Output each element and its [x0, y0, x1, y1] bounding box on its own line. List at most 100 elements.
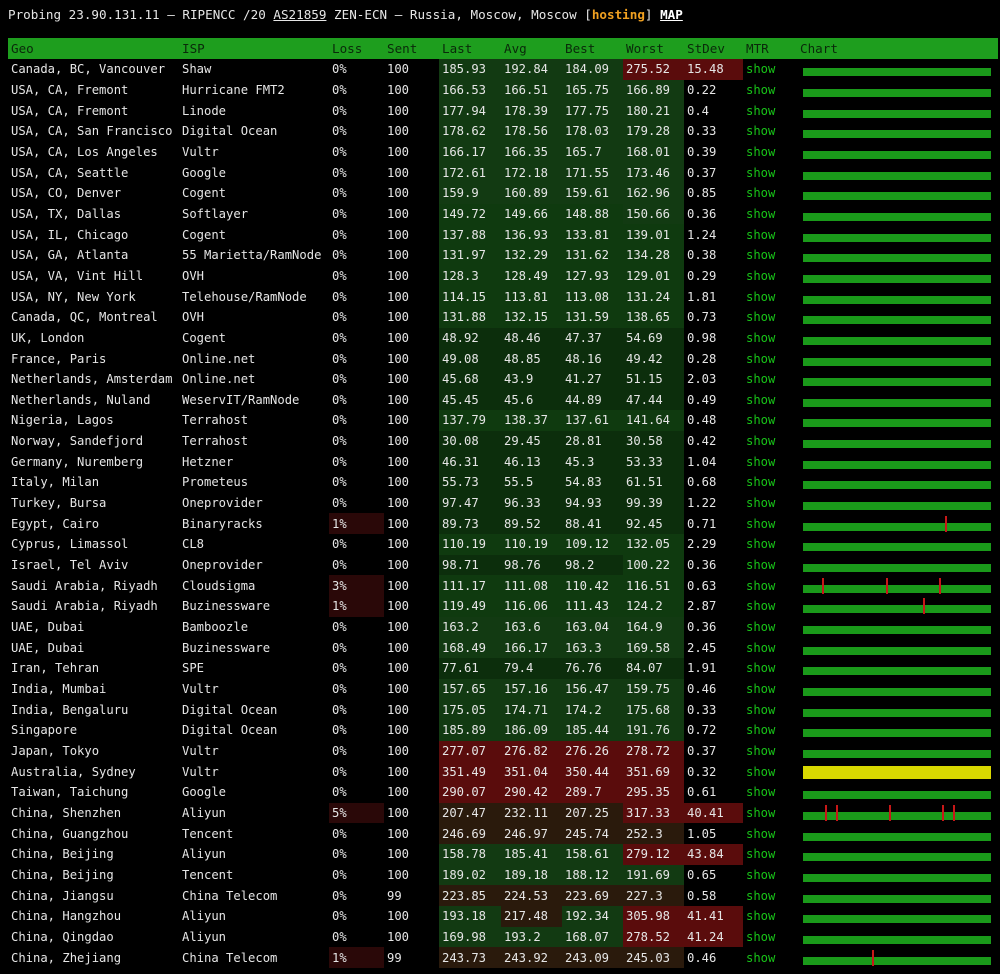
cell-mtr[interactable]: show [743, 844, 797, 865]
cell-mtr[interactable]: show [743, 679, 797, 700]
table-row: UK, London Cogent 0% 100 48.92 48.46 47.37 54.6… [8, 327, 998, 349]
cell-best: 171.55 [562, 162, 623, 183]
cell-mtr[interactable]: show [743, 410, 797, 431]
cell-isp: Google [182, 165, 227, 180]
asn-link[interactable]: AS21859 [273, 7, 326, 22]
cell-isp: CL8 [182, 537, 205, 552]
cell-mtr[interactable]: show [743, 761, 797, 782]
col-avg: Avg [501, 38, 562, 59]
cell-loss: 0% [332, 392, 347, 407]
table-row: Saudi Arabia, Riyadh Buzinessware 1% 100 119… [8, 596, 998, 617]
cell-mtr[interactable]: show [743, 224, 797, 245]
cell-mtr[interactable]: show [743, 286, 797, 307]
cell-avg: 276.82 [501, 740, 562, 762]
cell-mtr[interactable]: show [743, 80, 797, 101]
cell-mtr[interactable]: show [743, 59, 797, 80]
table-row: USA, CA, Los Angeles Vultr 0% 100 166.17 166.… [8, 141, 998, 163]
latency-sparkline [797, 224, 998, 245]
latency-sparkline [797, 307, 998, 328]
cell-mtr[interactable]: show [743, 266, 797, 287]
cell-mtr[interactable]: show [743, 369, 797, 390]
cell-mtr[interactable]: show [743, 637, 797, 658]
cell-isp: Hurricane FMT2 [182, 82, 285, 97]
sparkline-svg [803, 254, 991, 263]
cell-mtr[interactable]: show [743, 142, 797, 163]
cell-best: 44.89 [562, 389, 623, 411]
cell-mtr[interactable]: show [743, 100, 797, 121]
cell-sent: 100 [387, 620, 410, 635]
cell-isp: 55 Marietta/RamNode [182, 248, 322, 263]
cell-mtr[interactable]: show [743, 741, 797, 762]
sparkline-svg [803, 564, 991, 573]
cell-mtr[interactable]: show [743, 534, 797, 555]
cell-last: 189.02 [439, 864, 501, 886]
table-row: USA, CA, San Francisco Digital Ocean 0% 100… [8, 120, 998, 142]
cell-last: 97.47 [439, 492, 501, 514]
cell-mtr[interactable]: show [743, 513, 797, 534]
cell-avg: 157.16 [501, 678, 562, 700]
cell-mtr[interactable]: show [743, 307, 797, 328]
cell-isp: Linode [182, 103, 227, 118]
cell-mtr[interactable]: show [743, 699, 797, 720]
loss-spike [872, 949, 874, 966]
cell-mtr[interactable]: show [743, 431, 797, 452]
cell-avg: 178.39 [501, 100, 562, 121]
cell-mtr[interactable]: show [743, 451, 797, 472]
cell-mtr[interactable]: show [743, 183, 797, 204]
cell-mtr[interactable]: show [743, 575, 797, 596]
cell-sent: 100 [387, 144, 410, 159]
cell-mtr[interactable]: show [743, 720, 797, 741]
cell-best: 174.2 [562, 699, 623, 720]
cell-mtr[interactable]: show [743, 204, 797, 225]
cell-last: 168.49 [439, 637, 501, 659]
cell-avg: 178.56 [501, 120, 562, 142]
sparkline-svg [803, 804, 991, 821]
cell-sent: 100 [387, 330, 410, 345]
cell-mtr[interactable]: show [743, 472, 797, 493]
cell-mtr[interactable]: show [743, 328, 797, 349]
cell-mtr[interactable]: show [743, 803, 797, 824]
cell-last: 277.07 [439, 740, 501, 762]
cell-isp: Softlayer [182, 206, 249, 221]
cell-mtr[interactable]: show [743, 245, 797, 266]
cell-mtr[interactable]: show [743, 823, 797, 844]
cell-isp: Terrahost [182, 434, 249, 449]
cell-mtr[interactable]: show [743, 121, 797, 142]
cell-mtr[interactable]: show [743, 555, 797, 576]
cell-mtr[interactable]: show [743, 493, 797, 514]
cell-mtr[interactable]: show [743, 782, 797, 803]
sparkline-fill [803, 316, 991, 325]
cell-mtr[interactable]: show [743, 658, 797, 679]
sparkline-svg [803, 460, 991, 469]
sparkline-fill [803, 894, 991, 903]
latency-sparkline [797, 513, 998, 534]
cell-mtr[interactable]: show [743, 906, 797, 927]
cell-mtr[interactable]: show [743, 865, 797, 886]
cell-stdev: 0.71 [687, 516, 717, 531]
loss-spike [939, 577, 941, 594]
cell-stdev: 0.28 [687, 351, 717, 366]
cell-sent: 100 [387, 826, 410, 841]
cell-loss: 0% [332, 124, 347, 139]
cell-loss: 0% [332, 227, 347, 242]
cell-mtr[interactable]: show [743, 947, 797, 968]
cell-isp: Cogent [182, 330, 227, 345]
cell-mtr[interactable]: show [743, 596, 797, 617]
cell-mtr[interactable]: show [743, 927, 797, 948]
map-link[interactable]: MAP [660, 7, 683, 22]
cell-isp: SPE [182, 661, 205, 676]
latency-sparkline [797, 348, 998, 369]
sparkline-svg [803, 109, 991, 118]
cell-loss: 0% [332, 496, 347, 511]
cell-isp: Aliyun [182, 929, 227, 944]
sparkline-svg [803, 765, 991, 779]
cell-avg: 111.08 [501, 575, 562, 597]
cell-mtr[interactable]: show [743, 617, 797, 638]
cell-mtr[interactable]: show [743, 162, 797, 183]
cell-mtr[interactable]: show [743, 885, 797, 906]
cell-best: 165.75 [562, 79, 623, 101]
cell-mtr[interactable]: show [743, 390, 797, 411]
cell-avg: 166.35 [501, 141, 562, 163]
cell-mtr[interactable]: show [743, 348, 797, 369]
loss-spike [836, 804, 838, 821]
